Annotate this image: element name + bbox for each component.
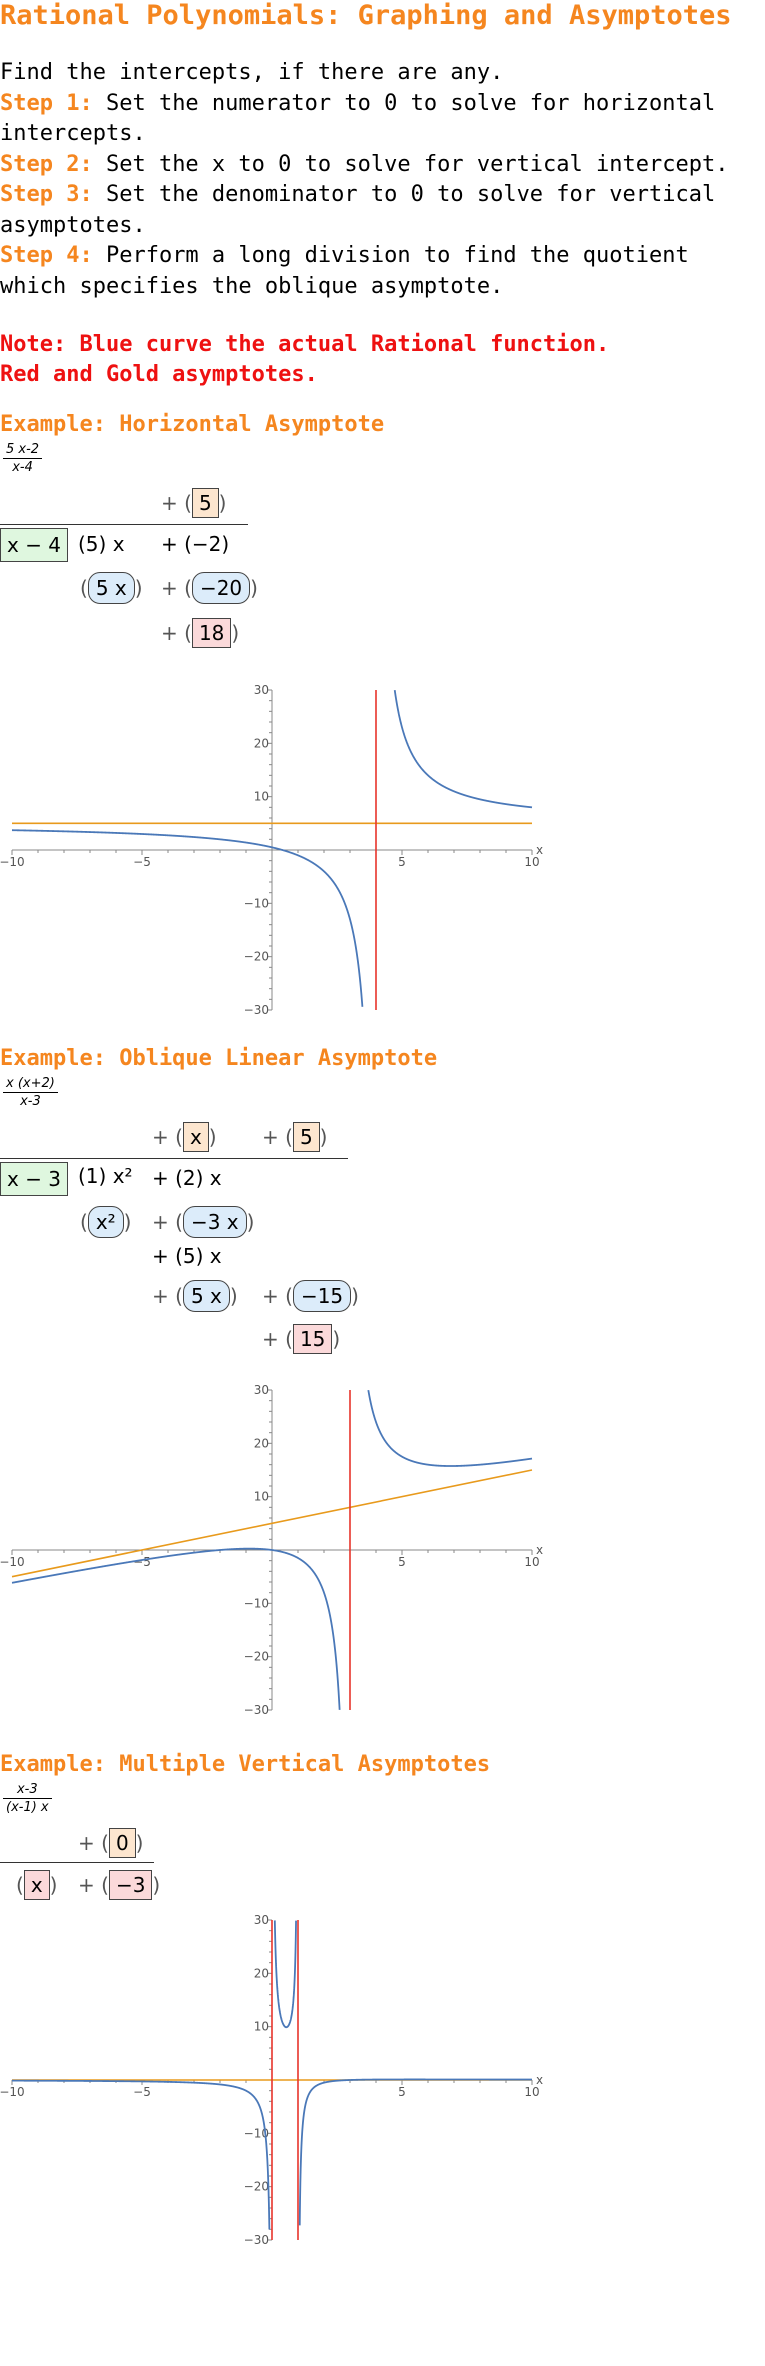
- example-title: Example: Horizontal Asymptote: [0, 412, 385, 437]
- x-axis-label: x: [536, 2073, 543, 2087]
- step-text: Set the x to 0 to solve for vertical int…: [92, 151, 729, 177]
- y-tick-label: −20: [244, 950, 269, 964]
- dividend-term: (1) x²: [78, 1164, 133, 1188]
- function-curve: [11, 829, 364, 1007]
- divisor: (x): [16, 1870, 57, 1900]
- y-tick-label: −30: [244, 2233, 269, 2247]
- y-tick-label: 20: [254, 1436, 269, 1450]
- x-tick-label: −10: [0, 2085, 25, 2099]
- y-tick-label: 30: [254, 1383, 269, 1397]
- x-tick-label: 5: [398, 855, 406, 869]
- x-tick-label: 10: [524, 2085, 539, 2099]
- note-line: Note: Blue curve the actual Rational fun…: [0, 332, 610, 357]
- dividend-term: + (−3): [78, 1870, 160, 1900]
- division-bar: [0, 524, 248, 525]
- function-fraction: x (x+2) x-3: [3, 1076, 58, 1109]
- function-plot: −10 −5 5 10 −30 −20 −10 10 20 30 x: [0, 683, 543, 1017]
- fraction-denominator: (x-1) x: [6, 1800, 49, 1815]
- y-tick-label: 30: [254, 1913, 269, 1927]
- fraction-numerator: x (x+2): [3, 1076, 58, 1093]
- product-term: (5 x): [80, 572, 143, 604]
- function-curve: [273, 1920, 297, 2029]
- x-tick-label: −5: [133, 855, 151, 869]
- example-title: Example: Oblique Linear Asymptote: [0, 1046, 438, 1071]
- y-tick-label: 20: [254, 1966, 269, 1980]
- product-term: + (−20): [161, 572, 258, 604]
- step-text: Set the numerator to 0 to solve for hori…: [0, 90, 716, 147]
- fraction-denominator: x-4: [12, 460, 33, 475]
- divisor: x − 4: [0, 528, 69, 562]
- y-tick-label: −30: [244, 1703, 269, 1717]
- function-curve: [11, 1547, 341, 1710]
- dividend-term: + (2) x: [152, 1166, 222, 1190]
- dividend-term: (5) x: [78, 532, 125, 556]
- step-label: Step 4:: [0, 243, 93, 268]
- quotient-term: + (0): [78, 1828, 143, 1858]
- divisor: x − 3: [0, 1162, 69, 1196]
- step-label: Step 3:: [0, 182, 93, 207]
- x-tick-label: −5: [133, 2085, 151, 2099]
- function-fraction: 5 x-2 x-4: [3, 442, 43, 475]
- page-title: Rational Polynomials: Graphing and Asymp…: [0, 0, 732, 31]
- fraction-numerator: x-3: [3, 1782, 52, 1799]
- product-term: (x²): [80, 1206, 131, 1238]
- step-label: Step 2:: [0, 151, 93, 177]
- intro-text: Find the intercepts, if there are any.: [0, 60, 504, 85]
- division-bar: [0, 1862, 154, 1863]
- function-fraction: x-3 (x-1) x: [3, 1782, 52, 1815]
- fraction-numerator: 5 x-2: [3, 442, 43, 459]
- example-title: Example: Multiple Vertical Asymptotes: [0, 1752, 491, 1777]
- step-1: Step 1: Set the numerator to 0 to solve …: [0, 89, 765, 150]
- x-tick-label: 10: [524, 855, 539, 869]
- x-axis-label: x: [536, 843, 543, 857]
- function-curve: [298, 2078, 532, 2226]
- remainder: + (15): [262, 1324, 340, 1354]
- y-tick-label: 10: [254, 2020, 269, 2034]
- x-axis-label: x: [536, 1543, 543, 1557]
- step-label: Step 1:: [0, 90, 93, 116]
- y-tick-label: −10: [244, 896, 269, 910]
- remainder: + (18): [161, 618, 239, 648]
- step-3: Step 3: Set the denominator to 0 to solv…: [0, 180, 765, 241]
- division-bar: [0, 1158, 348, 1159]
- y-tick-label: 10: [254, 790, 269, 804]
- step-2: Step 2: Set the x to 0 to solve for vert…: [0, 150, 765, 181]
- function-plot: −10 −5 5 10 −30 −20 −10 10 20 30 x: [0, 1383, 543, 1717]
- step-text: Set the denominator to 0 to solve for ve…: [0, 182, 716, 238]
- quotient-term: + (x): [152, 1122, 217, 1152]
- product-term: + (−3 x): [152, 1206, 254, 1238]
- product-term: + (5 x): [152, 1280, 238, 1312]
- y-tick-label: −30: [244, 1003, 269, 1017]
- y-tick-label: −10: [244, 1596, 269, 1610]
- x-tick-label: −10: [0, 855, 25, 869]
- x-tick-label: 5: [398, 2085, 406, 2099]
- y-tick-label: 10: [254, 1490, 269, 1504]
- function-curve: [12, 2079, 271, 2230]
- quotient-term: + (5): [262, 1122, 327, 1152]
- y-tick-label: 20: [254, 736, 269, 750]
- intro-block: Find the intercepts, if there are any. S…: [0, 58, 765, 302]
- fraction-denominator: x-3: [20, 1094, 41, 1109]
- product-term: + (−15): [262, 1280, 359, 1312]
- step-text: Perform a long division to find the quot…: [0, 243, 689, 299]
- x-tick-label: 5: [398, 1555, 406, 1569]
- function-curve: [367, 1389, 533, 1467]
- y-tick-label: 30: [254, 683, 269, 697]
- quotient-term: + (5): [161, 488, 226, 518]
- x-tick-label: 10: [524, 1555, 539, 1569]
- function-plot: −10 −5 5 10−30−20−10102030x: [0, 1913, 543, 2247]
- x-tick-label: −5: [133, 1555, 151, 1569]
- carry-term: + (5) x: [152, 1244, 222, 1268]
- note-line: Red and Gold asymptotes.: [0, 362, 318, 387]
- dividend-term: + (−2): [161, 532, 230, 556]
- function-curve: [393, 689, 533, 809]
- y-tick-label: −20: [244, 2180, 269, 2194]
- note-block: Note: Blue curve the actual Rational fun…: [0, 330, 609, 390]
- y-tick-label: −20: [244, 1650, 269, 1664]
- step-4: Step 4: Perform a long division to find …: [0, 241, 765, 302]
- x-tick-label: −10: [0, 1555, 25, 1569]
